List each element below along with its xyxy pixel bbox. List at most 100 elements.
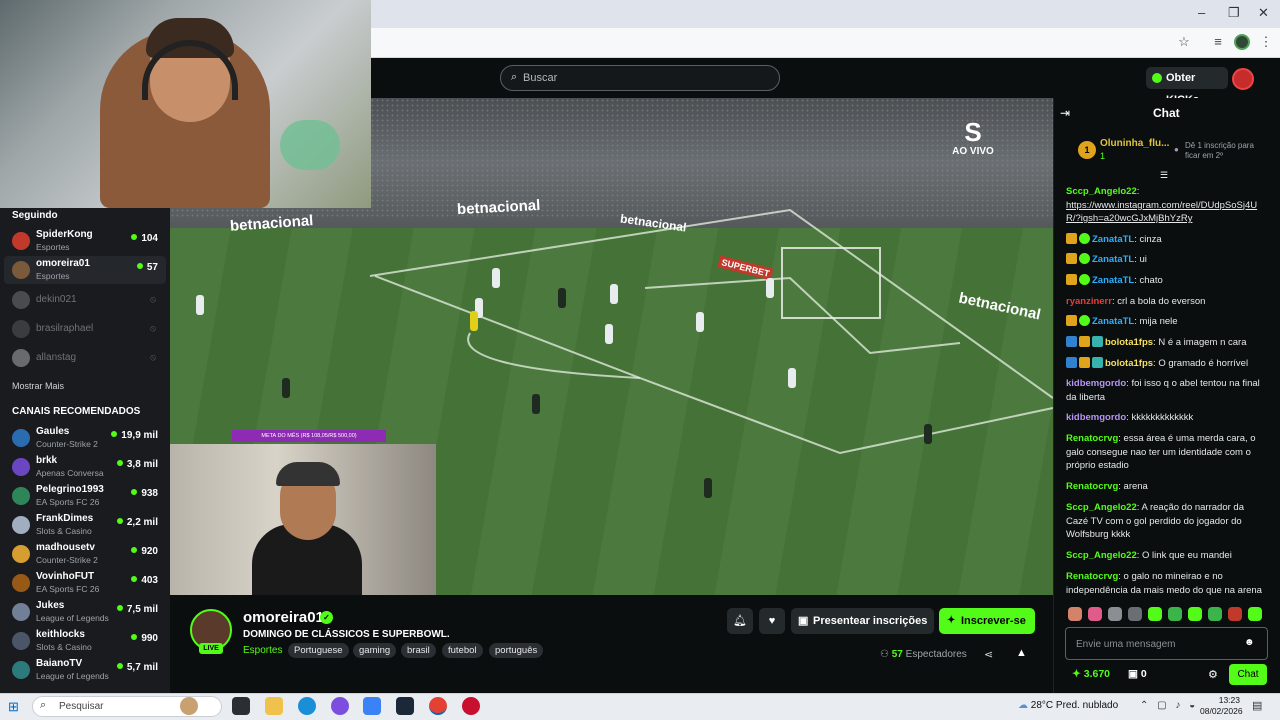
emote-icon[interactable] bbox=[1108, 607, 1122, 621]
user-avatar[interactable] bbox=[1232, 68, 1254, 90]
chrome-icon[interactable] bbox=[429, 697, 447, 715]
player bbox=[196, 295, 204, 315]
subs-balance[interactable]: ▣ 0 bbox=[1128, 668, 1147, 680]
chat-link[interactable]: https://www.instagram.com/reel/DUdpSoSj4… bbox=[1066, 200, 1257, 225]
tag[interactable]: Portuguese bbox=[288, 643, 349, 658]
broadcaster-live-label: AO VIVO bbox=[952, 146, 994, 157]
sidebar-item-brkk[interactable]: brkk Apenas Conversa 3,8 mil bbox=[4, 453, 166, 481]
sidebar-item-keithlocks[interactable]: keithlocks Slots & Casino 990 bbox=[4, 627, 166, 655]
emote-icon[interactable] bbox=[1128, 607, 1142, 621]
sidebar-item-baianotv[interactable]: BaianoTV League of Legends 5,7 mil bbox=[4, 656, 166, 684]
emote-icon[interactable] bbox=[1248, 607, 1262, 621]
share-icon[interactable]: ⋖ bbox=[984, 648, 993, 661]
offline-icon: ⦸ bbox=[150, 352, 156, 362]
browser-menu-icon[interactable]: ⋮ bbox=[1258, 34, 1274, 50]
report-icon[interactable]: ▲ bbox=[1016, 647, 1027, 659]
category-link[interactable]: Esportes bbox=[243, 645, 282, 656]
follow-heart-button[interactable]: ♥ bbox=[759, 608, 785, 634]
file-explorer-icon[interactable] bbox=[265, 697, 283, 715]
gift-subs-button[interactable]: ▣ Presentear inscrições bbox=[791, 608, 934, 634]
viewer-count: 19,9 mil bbox=[111, 430, 158, 441]
top-gifter-count: 1 bbox=[1100, 151, 1106, 161]
minimize-icon[interactable]: – bbox=[1198, 5, 1205, 20]
kicks-balance[interactable]: ✦ 3.670 bbox=[1072, 668, 1110, 680]
chat-message: bolota1fps: O gramado é horrível bbox=[1066, 357, 1264, 371]
weather-widget[interactable]: ☁ 28°C Pred. nublado bbox=[1018, 700, 1118, 711]
sidebar-item-omoreira01[interactable]: omoreira01 Esportes 57 bbox=[4, 256, 166, 284]
sidebar-item-spiderkong[interactable]: SpiderKong Esportes 104 bbox=[4, 227, 166, 255]
steam-icon[interactable] bbox=[396, 697, 414, 715]
show-more-link[interactable]: Mostrar Mais bbox=[12, 381, 64, 391]
avatar bbox=[12, 261, 30, 279]
chat-message-input[interactable] bbox=[1076, 637, 1236, 651]
channel-name: brkk bbox=[36, 455, 58, 466]
reading-list-icon[interactable]: ≡ bbox=[1210, 34, 1226, 50]
offline-icon: ⦸ bbox=[150, 323, 156, 333]
tag[interactable]: gaming bbox=[353, 643, 397, 658]
news-widget-icon[interactable] bbox=[180, 697, 198, 715]
emoji-icon[interactable]: ☻ bbox=[1244, 637, 1255, 648]
player bbox=[470, 311, 478, 331]
gift-icon: ● bbox=[1174, 145, 1179, 154]
collapse-chat-icon[interactable]: ⇥ bbox=[1060, 106, 1070, 120]
system-tray[interactable]: ⌃ ▢ ♪ ◒ bbox=[1140, 700, 1198, 711]
top-gifter-name[interactable]: Oluninha_flu... bbox=[1100, 138, 1169, 149]
chat-message: bolota1fps: N é a imagem n cara bbox=[1066, 336, 1264, 350]
avatar bbox=[12, 349, 30, 367]
channel-name: VovinhoFUT bbox=[36, 571, 95, 582]
channel-category: Counter-Strike 2 bbox=[36, 439, 98, 449]
subscribe-button[interactable]: ✦ Inscrever-se bbox=[939, 608, 1035, 634]
sidebar-item-frankdimes[interactable]: FrankDimes Slots & Casino 2,2 mil bbox=[4, 511, 166, 539]
sidebar-item-madhousetv[interactable]: madhousetv Counter-Strike 2 920 bbox=[4, 540, 166, 568]
emote-icon[interactable] bbox=[1188, 607, 1202, 621]
sidebar-item-vovinhofut[interactable]: VovinhoFUT EA Sports FC 26 403 bbox=[4, 569, 166, 597]
player bbox=[605, 324, 613, 344]
channel-name: Pelegrino1993 bbox=[36, 484, 104, 495]
windows-start-icon[interactable]: ⊞ bbox=[8, 699, 19, 715]
sidebar-item-pelegrino1993[interactable]: Pelegrino1993 EA Sports FC 26 938 bbox=[4, 482, 166, 510]
restore-icon[interactable]: ❐ bbox=[1228, 5, 1240, 21]
channel-name: brasilraphael bbox=[36, 323, 94, 334]
notification-bell-button[interactable]: 🔔︎ bbox=[727, 608, 753, 634]
emote-icon[interactable] bbox=[1168, 607, 1182, 621]
riot-client-icon[interactable] bbox=[462, 697, 480, 715]
copilot-icon[interactable] bbox=[331, 697, 349, 715]
emote-icon[interactable] bbox=[1148, 607, 1162, 621]
emote-icon[interactable] bbox=[1088, 607, 1102, 621]
search-bar[interactable]: ⌕ bbox=[500, 65, 780, 91]
sidebar: Seguindo SpiderKong Esportes 104 omoreir… bbox=[0, 208, 170, 693]
chat-message: Sccp_Angelo22: O link que eu mandei bbox=[1066, 550, 1232, 561]
pinned-toggle-icon[interactable]: ☰ bbox=[1160, 170, 1168, 181]
sidebar-item-brasilraphael[interactable]: brasilraphael ⦸ bbox=[4, 315, 166, 343]
player bbox=[558, 288, 566, 308]
notification-icon[interactable]: ▤ bbox=[1252, 699, 1262, 712]
task-view-icon[interactable] bbox=[232, 697, 250, 715]
sidebar-item-gaules[interactable]: Gaules Counter-Strike 2 19,9 mil bbox=[4, 424, 166, 452]
search-input[interactable] bbox=[523, 70, 763, 86]
close-icon[interactable]: ✕ bbox=[1258, 5, 1269, 21]
sidebar-item-allanstag[interactable]: allanstag ⦸ bbox=[4, 344, 166, 372]
tag[interactable]: futebol bbox=[442, 643, 483, 658]
emote-icon[interactable] bbox=[1068, 607, 1082, 621]
gear-icon[interactable]: ⚙ bbox=[1208, 668, 1218, 681]
get-kicks-button[interactable]: Obter KICKs bbox=[1146, 67, 1228, 106]
search-icon: ⌕ bbox=[40, 699, 47, 711]
clock[interactable]: 13:23 08/02/2026 bbox=[1200, 695, 1243, 717]
edge-icon[interactable] bbox=[298, 697, 316, 715]
chat-input-box[interactable] bbox=[1065, 627, 1268, 660]
tag[interactable]: português bbox=[489, 643, 544, 658]
emote-icon[interactable] bbox=[1228, 607, 1242, 621]
chat-message: Sccp_Angelo22: A reação do narrador da C… bbox=[1066, 502, 1244, 540]
streamer-name[interactable]: omoreira01 bbox=[243, 609, 324, 626]
emote-icon[interactable] bbox=[1208, 607, 1222, 621]
live-dot-icon bbox=[131, 634, 138, 640]
browser-profile-avatar[interactable] bbox=[1234, 34, 1250, 50]
viewer-count: 938 bbox=[131, 488, 158, 499]
avatar bbox=[12, 458, 30, 476]
sidebar-item-jukes[interactable]: Jukes League of Legends 7,5 mil bbox=[4, 598, 166, 626]
store-icon[interactable] bbox=[363, 697, 381, 715]
bookmark-star-icon[interactable]: ☆ bbox=[1176, 34, 1192, 50]
tag[interactable]: brasil bbox=[401, 643, 436, 658]
chat-send-button[interactable]: Chat bbox=[1229, 664, 1267, 685]
sidebar-item-dekin021[interactable]: dekin021 ⦸ bbox=[4, 286, 166, 314]
